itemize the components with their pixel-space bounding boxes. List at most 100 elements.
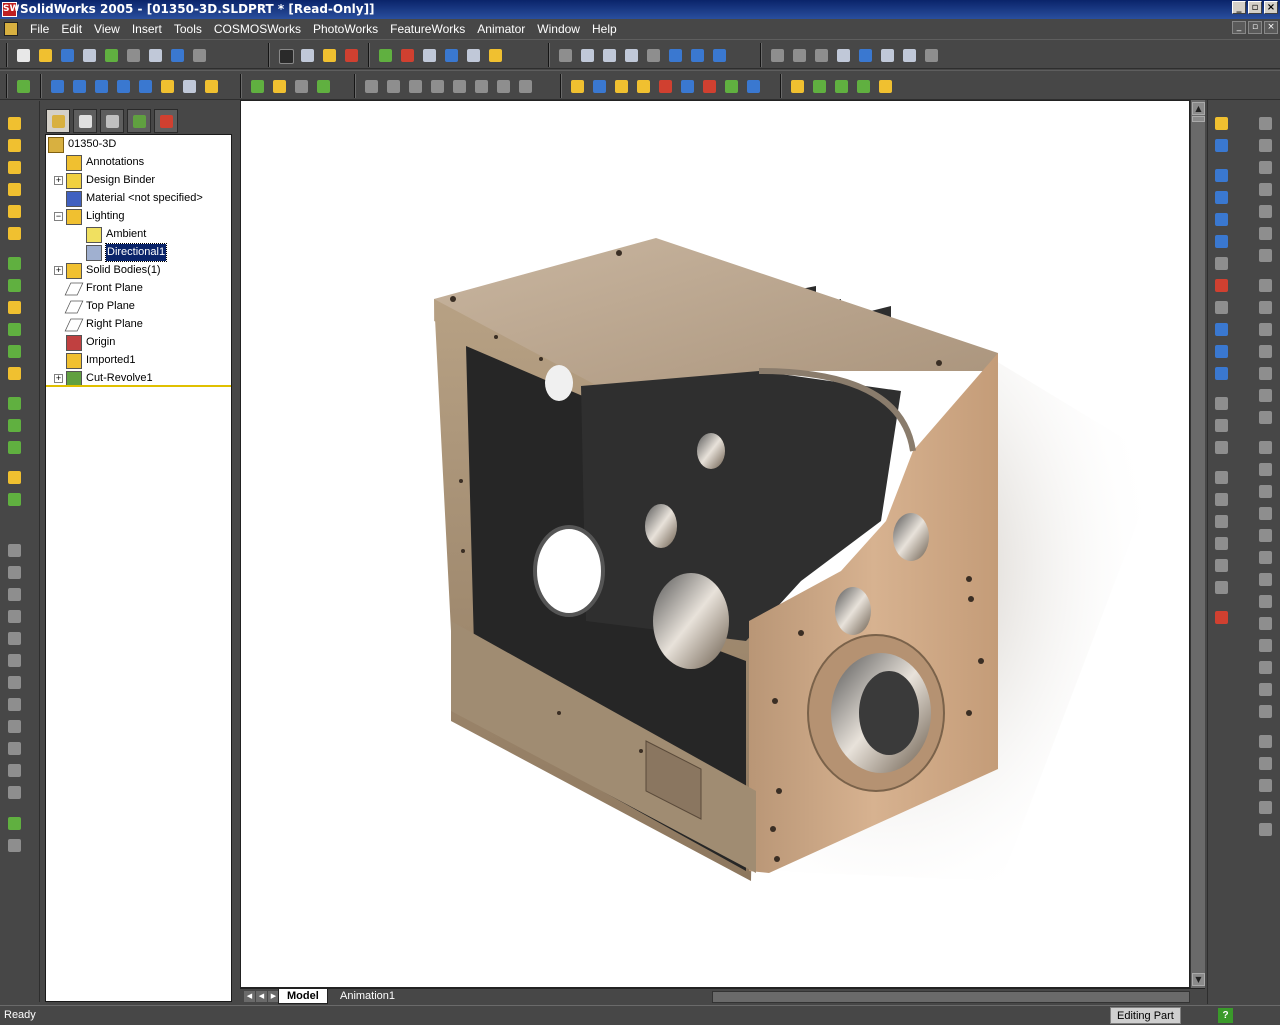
save-icon[interactable] xyxy=(58,46,77,65)
study-icon[interactable] xyxy=(568,77,587,96)
rollback-bar[interactable] xyxy=(46,385,231,387)
materials-icon[interactable] xyxy=(158,77,177,96)
texture-icon[interactable] xyxy=(292,77,311,96)
menu-tools[interactable]: Tools xyxy=(168,22,208,36)
tree-expander-icon[interactable]: + xyxy=(54,176,63,185)
circle-icon[interactable] xyxy=(1212,210,1231,229)
minimize-button[interactable]: _ xyxy=(1232,1,1246,14)
measure-icon[interactable] xyxy=(556,46,575,65)
rotate-view-icon[interactable] xyxy=(666,46,685,65)
render-to-file-icon[interactable] xyxy=(114,77,133,96)
mesh-icon[interactable] xyxy=(590,77,609,96)
material-bricks-icon[interactable] xyxy=(398,46,417,65)
select-arrow-icon[interactable] xyxy=(276,46,295,65)
spline-icon[interactable] xyxy=(1212,342,1231,361)
undo-icon[interactable] xyxy=(168,46,187,65)
fillet-icon[interactable] xyxy=(5,202,24,221)
render-image-icon[interactable] xyxy=(48,77,67,96)
shaded-icon[interactable] xyxy=(856,46,875,65)
point-icon[interactable] xyxy=(854,77,873,96)
tab-featuremanager[interactable] xyxy=(46,109,70,133)
sketch-icon[interactable] xyxy=(320,46,339,65)
shaded-with-edges-icon[interactable] xyxy=(834,46,853,65)
zoom-in-out-icon[interactable] xyxy=(622,46,641,65)
run-icon[interactable] xyxy=(656,77,675,96)
redo-icon[interactable] xyxy=(190,46,209,65)
select-filter-icon[interactable] xyxy=(298,46,317,65)
hole-wizard-icon[interactable] xyxy=(5,298,24,317)
reference-geometry-icon[interactable] xyxy=(5,468,24,487)
centerline-icon[interactable] xyxy=(1212,320,1231,339)
curves-icon[interactable] xyxy=(5,490,24,509)
menu-edit[interactable]: Edit xyxy=(55,22,88,36)
close-button[interactable]: × xyxy=(1264,1,1278,14)
instant3d-icon[interactable] xyxy=(5,814,24,833)
line-tool-icon[interactable] xyxy=(810,77,829,96)
menu-file[interactable]: File xyxy=(24,22,55,36)
realview-icon[interactable] xyxy=(922,46,941,65)
scroll-down-icon[interactable]: ▼ xyxy=(1192,973,1205,986)
tab-propertymanager[interactable] xyxy=(73,109,97,133)
rib-icon[interactable] xyxy=(5,342,24,361)
options-grid-icon[interactable] xyxy=(376,46,395,65)
render-last-icon[interactable] xyxy=(92,77,111,96)
menu-cosmosworks[interactable]: COSMOSWorks xyxy=(208,22,307,36)
lighting-icon[interactable] xyxy=(248,77,267,96)
hidden-lines-removed-icon[interactable] xyxy=(812,46,831,65)
restraints-icon[interactable] xyxy=(612,77,631,96)
zoom-to-fit-icon[interactable] xyxy=(578,46,597,65)
tree-expander-icon[interactable]: + xyxy=(54,266,63,275)
contact-icon[interactable] xyxy=(700,77,719,96)
smart-dimension-icon[interactable] xyxy=(1212,136,1231,155)
wireframe-icon[interactable] xyxy=(768,46,787,65)
menu-window[interactable]: Window xyxy=(531,22,586,36)
zoom-selection-icon[interactable] xyxy=(644,46,663,65)
sketch-mode-icon[interactable] xyxy=(1212,114,1231,133)
swept-boss-icon[interactable] xyxy=(5,158,24,177)
first-tab-icon[interactable]: ◀ xyxy=(244,991,255,1002)
quick-tips-help-icon[interactable]: ? xyxy=(1218,1008,1233,1023)
tab-photoworks[interactable] xyxy=(127,109,151,133)
pan-icon[interactable] xyxy=(688,46,707,65)
loads-icon[interactable] xyxy=(634,77,653,96)
rectangle-icon[interactable] xyxy=(1212,188,1231,207)
three-point-arc-icon[interactable] xyxy=(1212,276,1231,295)
part-model-render[interactable] xyxy=(241,101,1189,987)
tab-animation1[interactable]: Animation1 xyxy=(332,989,403,1004)
print-preview-icon[interactable] xyxy=(146,46,165,65)
menu-view[interactable]: View xyxy=(88,22,126,36)
extruded-cut-icon[interactable] xyxy=(5,254,24,273)
make-assembly-icon[interactable] xyxy=(102,46,121,65)
tab-model[interactable]: Model xyxy=(278,989,328,1004)
document-icon[interactable] xyxy=(4,21,18,36)
axis-icon[interactable] xyxy=(832,77,851,96)
scene-icon[interactable] xyxy=(202,77,221,96)
line-icon[interactable] xyxy=(1212,166,1231,185)
revolved-boss-icon[interactable] xyxy=(5,136,24,155)
recognize-features-icon[interactable] xyxy=(788,77,807,96)
hidden-lines-visible-icon[interactable] xyxy=(790,46,809,65)
render-icon[interactable] xyxy=(14,77,33,96)
new-document-icon[interactable] xyxy=(14,46,33,65)
sketch-picture-icon[interactable] xyxy=(1212,608,1231,627)
render-area-icon[interactable] xyxy=(70,77,89,96)
scroll-up-icon[interactable]: ▲ xyxy=(1192,102,1205,115)
design-check-icon[interactable] xyxy=(744,77,763,96)
draft-icon[interactable] xyxy=(5,224,24,243)
menu-photoworks[interactable]: PhotoWorks xyxy=(307,22,384,36)
color-icon[interactable] xyxy=(270,77,289,96)
featureworks-options-icon[interactable] xyxy=(876,77,895,96)
point-sketch-icon[interactable] xyxy=(1212,364,1231,383)
open-folder-icon[interactable] xyxy=(36,46,55,65)
extruded-boss-icon[interactable] xyxy=(5,114,24,133)
prev-tab-icon[interactable]: ◀ xyxy=(256,991,267,1002)
menu-insert[interactable]: Insert xyxy=(126,22,168,36)
tree-expander-icon[interactable]: + xyxy=(54,374,63,383)
mirror-icon[interactable] xyxy=(5,438,24,457)
tab-cosmos[interactable] xyxy=(154,109,178,133)
photoworks-studio-icon[interactable] xyxy=(314,77,333,96)
tree-expander-icon[interactable]: − xyxy=(54,212,63,221)
zoom-area-icon[interactable] xyxy=(600,46,619,65)
maximize-button[interactable]: ▫ xyxy=(1248,1,1262,14)
sum-icon[interactable] xyxy=(678,77,697,96)
